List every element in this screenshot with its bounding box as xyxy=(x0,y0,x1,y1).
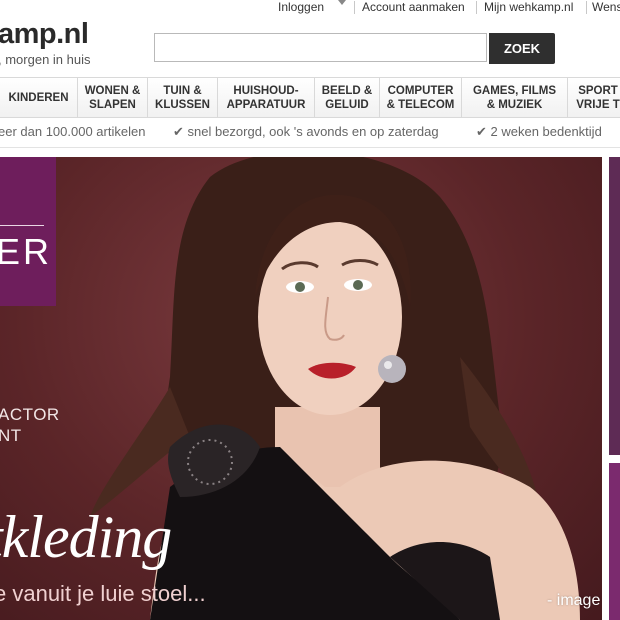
nav-item-tuin-klussen[interactable]: TUIN & KLUSSEN xyxy=(148,78,218,117)
site-logo[interactable]: amp.nl xyxy=(0,18,89,51)
search-button[interactable]: ZOEK xyxy=(489,33,555,64)
side-banner[interactable] xyxy=(609,157,620,455)
nav-item-huishoudapparatuur[interactable]: HUISHOUD- APPARATUUR xyxy=(218,78,315,117)
divider xyxy=(476,1,477,14)
nav-item-wonen-slapen[interactable]: WONEN & SLAPEN xyxy=(78,78,148,117)
divider xyxy=(0,225,44,226)
main-nav: KINDEREN WONEN & SLAPEN TUIN & KLUSSEN H… xyxy=(0,77,620,118)
nav-item-computer-telecom[interactable]: COMPUTER & TELECOM xyxy=(380,78,462,117)
nav-item-kinderen[interactable]: KINDEREN xyxy=(0,78,78,117)
hero-subtitle: e vanuit je luie stoel... xyxy=(0,581,206,606)
nav-item-games-films-muziek[interactable]: GAMES, FILMS & MUZIEK xyxy=(462,78,568,117)
nav-item-sport[interactable]: SPORT VRIJE T xyxy=(568,78,620,117)
usp-item: eer dan 100.000 artikelen xyxy=(0,124,146,139)
usp-item: ✔ 2 weken bedenktijd xyxy=(476,124,602,139)
watermark-text: - image xyxy=(547,592,601,609)
login-link[interactable]: Inloggen xyxy=(278,0,324,14)
divider xyxy=(586,1,587,14)
tagline: , morgen in huis xyxy=(0,52,91,67)
nav-item-beeld-geluid[interactable]: BEELD & GELUID xyxy=(315,78,380,117)
hero-banner[interactable]: ER ACTOR NT tkleding e vanuit je luie st… xyxy=(0,157,602,620)
wishlist-link[interactable]: Wens xyxy=(592,0,620,14)
hero-title: tkleding xyxy=(0,504,172,570)
hero-caption: ACTOR NT xyxy=(0,405,60,445)
side-banner[interactable] xyxy=(609,463,620,620)
divider xyxy=(354,1,355,14)
usp-item: ✔ snel bezorgd, ook 's avonds en op zate… xyxy=(173,124,439,139)
my-wehkamp-link[interactable]: Mijn wehkamp.nl xyxy=(484,0,573,14)
badge-text: ER xyxy=(0,231,53,272)
chevron-down-icon[interactable] xyxy=(338,0,346,5)
search-input[interactable] xyxy=(154,33,487,62)
create-account-link[interactable]: Account aanmaken xyxy=(362,0,465,14)
divider xyxy=(0,147,620,148)
collection-badge: ER xyxy=(0,157,56,306)
